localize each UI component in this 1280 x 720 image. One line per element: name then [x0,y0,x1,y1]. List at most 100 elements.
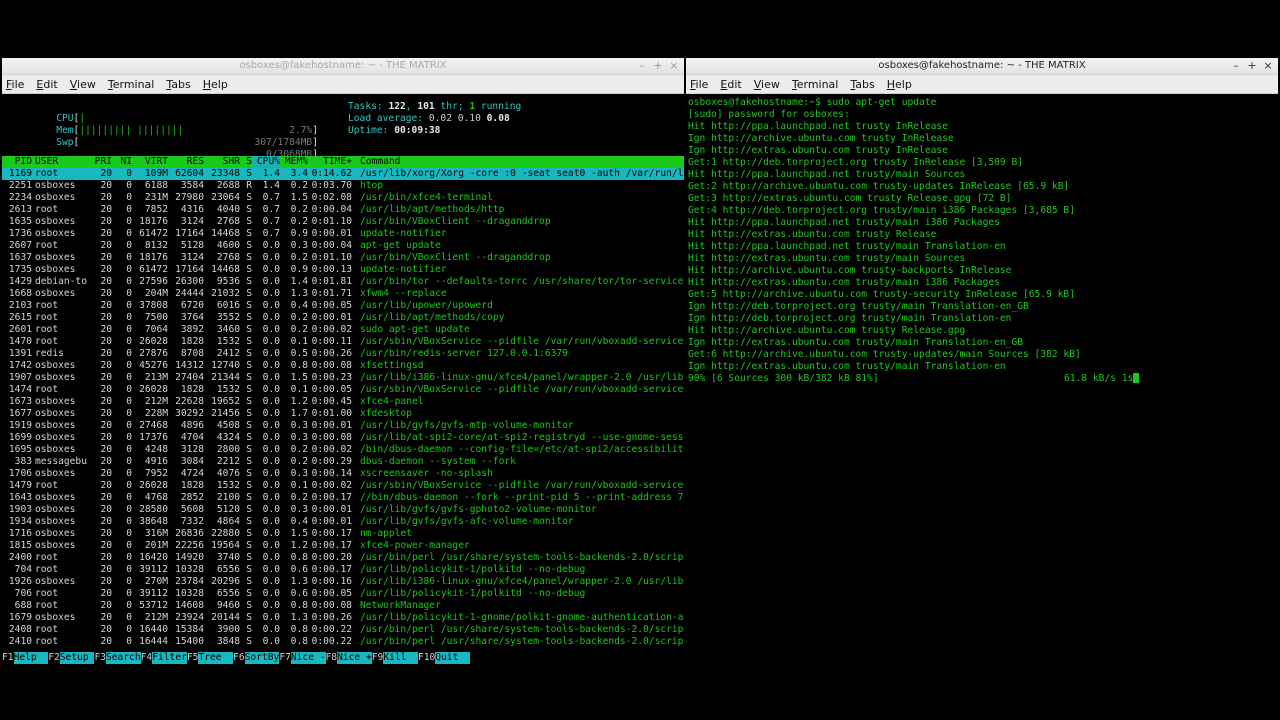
column-header-mem[interactable]: MEM% [280,156,308,168]
column-header-s[interactable]: S [240,156,252,168]
terminal-output-area[interactable]: osboxes@fakehostname:~$ sudo apt-get upd… [686,95,1278,664]
process-row[interactable]: 1699 osboxes 20 0 17376 4704 4324 S 0.0 0.3 0:00.0… [2,432,684,444]
menu-edit[interactable]: Edit [720,78,741,91]
fkey-label-f6[interactable]: SortBy [244,652,280,664]
menu-terminal[interactable]: Terminal [792,78,839,91]
process-table[interactable]: PID USER PRI NI VIRT RES SHR S CPU% MEM% TIME+ Comm… [2,156,684,648]
process-row[interactable]: 1742 osboxes 20 0 45276 14312 12740 S 0.0 0.8 0:00… [2,360,684,372]
column-header-command[interactable]: Command [352,156,400,168]
column-header-shr[interactable]: SHR [204,156,240,168]
process-row[interactable]: 1716 osboxes 20 0 316M 26836 22880 S 0.0 1.5 0:00.… [2,528,684,540]
process-row[interactable]: 1635 osboxes 20 0 18176 3124 2768 S 0.7 0.2 0:01.1… [2,216,684,228]
process-row[interactable]: 1474 root 20 0 26028 1828 1532 S 0.0 0.1 0:00.05/u… [2,384,684,396]
process-row[interactable]: 1907 osboxes 20 0 213M 27404 21344 S 0.0 1.5 0:00.… [2,372,684,384]
menu-view[interactable]: View [754,78,780,91]
process-row[interactable]: 1679 osboxes 20 0 212M 23924 20144 S 0.0 1.3 0:00.… [2,612,684,624]
process-row[interactable]: 1919 osboxes 20 0 27468 4896 4508 S 0.0 0.3 0:00.0… [2,420,684,432]
fkey-label-f5[interactable]: Tree [198,652,234,664]
process-row[interactable]: 1391 redis 20 0 27876 8708 2412 S 0.0 0.5 0:00.26 /… [2,348,684,360]
process-row[interactable]: 1695 osboxes 20 0 4248 3128 2800 S 0.0 0.2 0:00.02… [2,444,684,456]
process-row[interactable]: 1934 osboxes 20 0 38648 7332 4864 S 0.0 0.4 0:00.0… [2,516,684,528]
htop-terminal-window[interactable]: osboxes@fakehostname: ~ - THE MATRIX – +… [2,58,684,664]
fkey-f3[interactable]: F3 [94,652,106,664]
fkey-f6[interactable]: F6 [233,652,245,664]
process-row[interactable]: 1668 osboxes 20 0 204M 24444 21032 S 0.0 1.3 0:01.… [2,288,684,300]
maximize-icon[interactable]: + [650,59,666,73]
minimize-icon[interactable]: – [634,59,650,73]
process-row[interactable]: 1926 osboxes 20 0 270M 23784 20296 S 0.0 1.3 0:00.… [2,576,684,588]
process-row[interactable]: 2234 osboxes 20 0 231M 27980 23064 S 0.7 1.5 0:02.… [2,192,684,204]
fkey-f1[interactable]: F1 [2,652,14,664]
column-header-time[interactable]: TIME+ [308,156,352,168]
column-header-pri[interactable]: PRI [90,156,112,168]
fkey-f8[interactable]: F8 [326,652,338,664]
fkey-f9[interactable]: F9 [372,652,384,664]
process-row[interactable]: 1637 osboxes 20 0 18176 3124 2768 S 0.0 0.2 0:01.1… [2,252,684,264]
column-header-ni[interactable]: NI [112,156,132,168]
apt-terminal-window[interactable]: osboxes@fakehostname: ~ - THE MATRIX – +… [686,58,1278,664]
process-row[interactable]: 2400 root 20 0 16420 14920 3740 S 0.0 0.8 0:00.20 /… [2,552,684,564]
menu-help[interactable]: Help [203,78,228,91]
process-row[interactable]: 1706 osboxes 20 0 7952 4724 4076 S 0.0 0.3 0:00.14… [2,468,684,480]
fkey-label-f3[interactable]: Search [106,652,141,664]
process-row[interactable]: 2601 root 20 0 7064 3892 3460 S 0.0 0.2 0:00.02 sud… [2,324,684,336]
process-row[interactable]: 1673 osboxes 20 0 212M 22628 19652 S 0.0 1.2 0:00.… [2,396,684,408]
close-icon[interactable]: × [1260,59,1276,73]
process-row[interactable]: 1429 debian-to 20 0 27596 26300 9536 S 0.0 1.4 0:0… [2,276,684,288]
process-row-selected[interactable]: 1169 root 20 0 109M 62604 23348 S 1.4 3.4 0:14.62 /… [2,168,684,180]
process-row[interactable]: 688 root 20 0 53712 14608 9460 S 0.0 0.8 0:00.08 Ne… [2,600,684,612]
column-header-user[interactable]: USER [32,156,90,168]
process-row[interactable]: 1903 osboxes 20 0 28580 5608 5120 S 0.0 0.3 0:00.0… [2,504,684,516]
fkey-f2[interactable]: F2 [48,652,60,664]
column-header-virt[interactable]: VIRT [132,156,168,168]
process-row[interactable]: 2615 root 20 0 7500 3764 3552 S 0.0 0.2 0:00.01/us… [2,312,684,324]
htop-screen[interactable]: CPU[| 2.7%] Mem[||||||||| |||||||| 307/1… [2,95,684,664]
process-row[interactable]: 706 root 20 0 39112 10328 6556 S 0.0 0.6 0:00.05/u… [2,588,684,600]
process-row[interactable]: 383 messagebu 20 0 4916 3084 2212 S 0.0 0.2 0:00.2… [2,456,684,468]
process-row[interactable]: 2251 osboxes 20 0 6188 3584 2688 R 1.4 0.2 0:03.70… [2,180,684,192]
title-bar[interactable]: osboxes@fakehostname: ~ - THE MATRIX – +… [686,58,1278,75]
process-row[interactable]: 1643 osboxes 20 0 4768 2852 2100 S 0.0 0.2 0:00.17… [2,492,684,504]
cell-cpu: 0.0 [262,516,280,527]
process-row[interactable]: 1815 osboxes 20 0 201M 22256 19564 S 0.0 1.2 0:00.… [2,540,684,552]
fkey-f4[interactable]: F4 [141,652,153,664]
menu-help[interactable]: Help [887,78,912,91]
process-row[interactable]: 1677 osboxes 20 0 228M 30292 21456 S 0.0 1.7 0:01.… [2,408,684,420]
fkey-f7[interactable]: F7 [279,652,291,664]
fkey-label-f9[interactable]: Kill [383,652,418,664]
process-row[interactable]: 2103 root 20 0 37808 6720 6016 S 0.0 0.4 0:00.05/u… [2,300,684,312]
close-icon[interactable]: × [666,59,682,73]
column-header-cpu[interactable]: CPU% [252,156,280,168]
fkey-label-f8[interactable]: Nice + [337,652,372,664]
process-row[interactable]: 2613 root 20 0 7852 4316 4040 S 0.7 0.2 0:00.04/us… [2,204,684,216]
menu-edit[interactable]: Edit [36,78,57,91]
menu-terminal[interactable]: Terminal [108,78,155,91]
process-row[interactable]: 2410 root 20 0 16444 15400 3848 S 0.0 0.8 0:00.22 /… [2,636,684,648]
fkey-label-f10[interactable]: Quit [435,652,470,664]
fkey-f5[interactable]: F5 [187,652,199,664]
menu-view[interactable]: View [70,78,96,91]
process-row[interactable]: 1735 osboxes 20 0 61472 17164 14468 S 0.0 0.9 0:00… [2,264,684,276]
process-row[interactable]: 704 root 20 0 39112 10328 6556 S 0.0 0.6 0:00.17/u… [2,564,684,576]
fkey-label-f1[interactable]: Help [13,652,49,664]
process-row[interactable]: 1736 osboxes 20 0 61472 17164 14468 S 0.7 0.9 0:00… [2,228,684,240]
process-row[interactable]: 2607 root 20 0 8132 5128 4600 S 0.0 0.3 0:00.04 apt… [2,240,684,252]
process-row[interactable]: 2408 root 20 0 16440 15384 3900 S 0.0 0.8 0:00.22 /… [2,624,684,636]
fkey-label-f7[interactable]: Nice - [290,652,326,664]
column-header-res[interactable]: RES [168,156,204,168]
title-bar[interactable]: osboxes@fakehostname: ~ - THE MATRIX – +… [2,58,684,75]
menu-tabs[interactable]: Tabs [850,78,874,91]
process-row[interactable]: 1470 root 20 0 26028 1828 1532 S 0.0 0.1 0:00.11/u… [2,336,684,348]
menu-file[interactable]: File [690,78,708,91]
fkey-label-f4[interactable]: Filter [152,652,187,664]
process-row[interactable]: 1479 root 20 0 26028 1828 1532 S 0.0 0.1 0:00.02/u… [2,480,684,492]
fkey-label-f2[interactable]: Setup [59,652,95,664]
cell-s: S [246,468,252,479]
menu-tabs[interactable]: Tabs [166,78,190,91]
minimize-icon[interactable]: – [1228,59,1244,73]
column-header-pid[interactable]: PID [2,156,32,168]
process-table-header[interactable]: PID USER PRI NI VIRT RES SHR S CPU% MEM% TIME+ Comm… [2,156,684,168]
fkey-f10[interactable]: F10 [418,652,435,664]
menu-file[interactable]: File [6,78,24,91]
maximize-icon[interactable]: + [1244,59,1260,73]
